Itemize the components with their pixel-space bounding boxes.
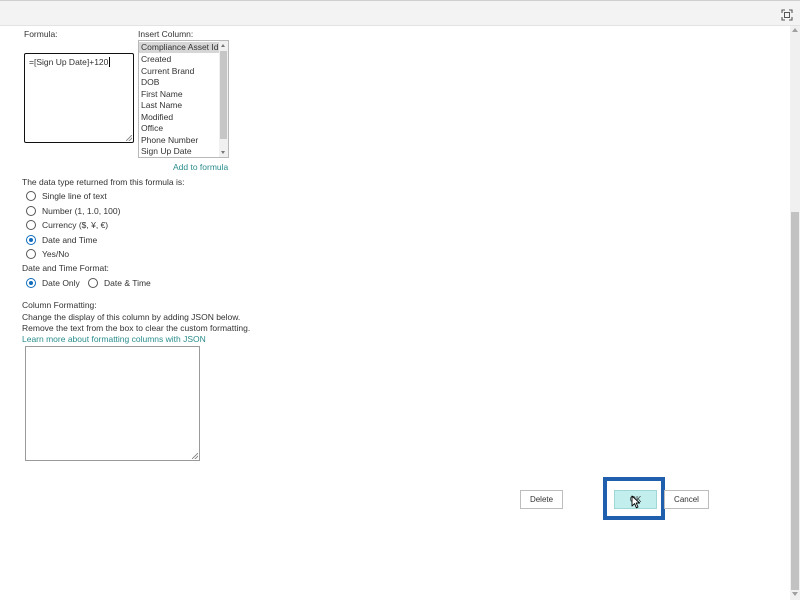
radio-single-line-text[interactable]: Single line of text <box>26 191 107 201</box>
radio-circle[interactable] <box>26 249 36 259</box>
top-bar <box>0 0 800 26</box>
scroll-up-arrow-icon[interactable] <box>792 28 798 32</box>
formula-text: =[Sign Up Date]+120 <box>29 57 109 67</box>
learn-more-json-link[interactable]: Learn more about formatting columns with… <box>22 334 206 344</box>
radio-circle[interactable] <box>26 205 36 216</box>
column-formatting-clear-note: Remove the text from the box to clear th… <box>22 323 251 333</box>
radio-label: Date Only <box>42 277 80 288</box>
radio-date-and-time-format[interactable]: Date & Time <box>88 277 151 288</box>
list-scroll-up-icon[interactable] <box>221 44 225 47</box>
radio-circle-checked[interactable] <box>26 234 36 245</box>
column-option[interactable]: First Name <box>139 89 221 100</box>
focus-mode-icon <box>781 9 793 21</box>
radio-label: Single line of text <box>42 191 107 201</box>
column-option[interactable]: DOB <box>139 77 221 88</box>
delete-button[interactable]: Delete <box>520 490 563 509</box>
column-option[interactable]: Modified <box>139 112 221 123</box>
insert-column-label: Insert Column: <box>138 29 194 39</box>
radio-currency[interactable]: Currency ($, ¥, €) <box>26 220 108 230</box>
json-formatting-textarea[interactable] <box>25 346 200 461</box>
add-to-formula-link[interactable]: Add to formula <box>173 162 228 172</box>
page-scrollbar[interactable] <box>790 26 800 600</box>
scrollbar-thumb[interactable] <box>791 212 799 590</box>
focus-mode-button[interactable] <box>780 8 794 22</box>
radio-label: Date and Time <box>42 234 98 245</box>
list-scrollbar[interactable] <box>219 41 228 157</box>
radio-date-and-time[interactable]: Date and Time <box>26 234 98 245</box>
resize-grip-icon[interactable] <box>192 453 198 459</box>
radio-circle[interactable] <box>88 277 98 288</box>
column-option[interactable]: Current Brand <box>139 66 221 77</box>
column-formatting-label: Column Formatting: <box>22 300 97 310</box>
resize-grip-icon[interactable] <box>126 135 132 141</box>
radio-label: Yes/No <box>42 249 70 259</box>
data-type-label: The data type returned from this formula… <box>22 177 185 187</box>
radio-circle-checked[interactable] <box>26 277 36 288</box>
column-option[interactable]: Sign Up Date <box>139 146 221 157</box>
formula-label: Formula: <box>24 29 58 39</box>
formula-input[interactable]: =[Sign Up Date]+120 <box>24 53 134 143</box>
column-option[interactable]: Phone Number <box>139 135 221 146</box>
column-option[interactable]: Last Name <box>139 100 221 111</box>
radio-yes-no[interactable]: Yes/No <box>26 249 69 259</box>
cancel-button[interactable]: Cancel <box>664 490 709 509</box>
column-option[interactable]: Created <box>139 54 221 65</box>
column-option[interactable]: Office <box>139 123 221 134</box>
radio-date-only[interactable]: Date Only <box>26 277 80 288</box>
column-formatting-description: Change the display of this column by add… <box>22 311 241 322</box>
list-scrollbar-thumb[interactable] <box>220 51 227 139</box>
text-caret <box>109 57 111 67</box>
insert-column-list[interactable]: Compliance Asset Id Created Current Bran… <box>138 40 229 158</box>
radio-circle[interactable] <box>26 220 36 230</box>
radio-circle[interactable] <box>26 191 36 201</box>
radio-label: Currency ($, ¥, €) <box>42 220 109 230</box>
radio-label: Date & Time <box>104 277 151 288</box>
column-option[interactable]: Compliance Asset Id <box>139 42 221 53</box>
list-scroll-down-icon[interactable] <box>221 151 225 154</box>
mouse-cursor-icon <box>631 495 641 509</box>
scroll-down-arrow-icon[interactable] <box>792 592 798 596</box>
radio-label: Number (1, 1.0, 100) <box>42 205 121 216</box>
top-border <box>0 0 800 1</box>
date-format-label: Date and Time Format: <box>22 263 109 273</box>
radio-number[interactable]: Number (1, 1.0, 100) <box>26 205 121 216</box>
